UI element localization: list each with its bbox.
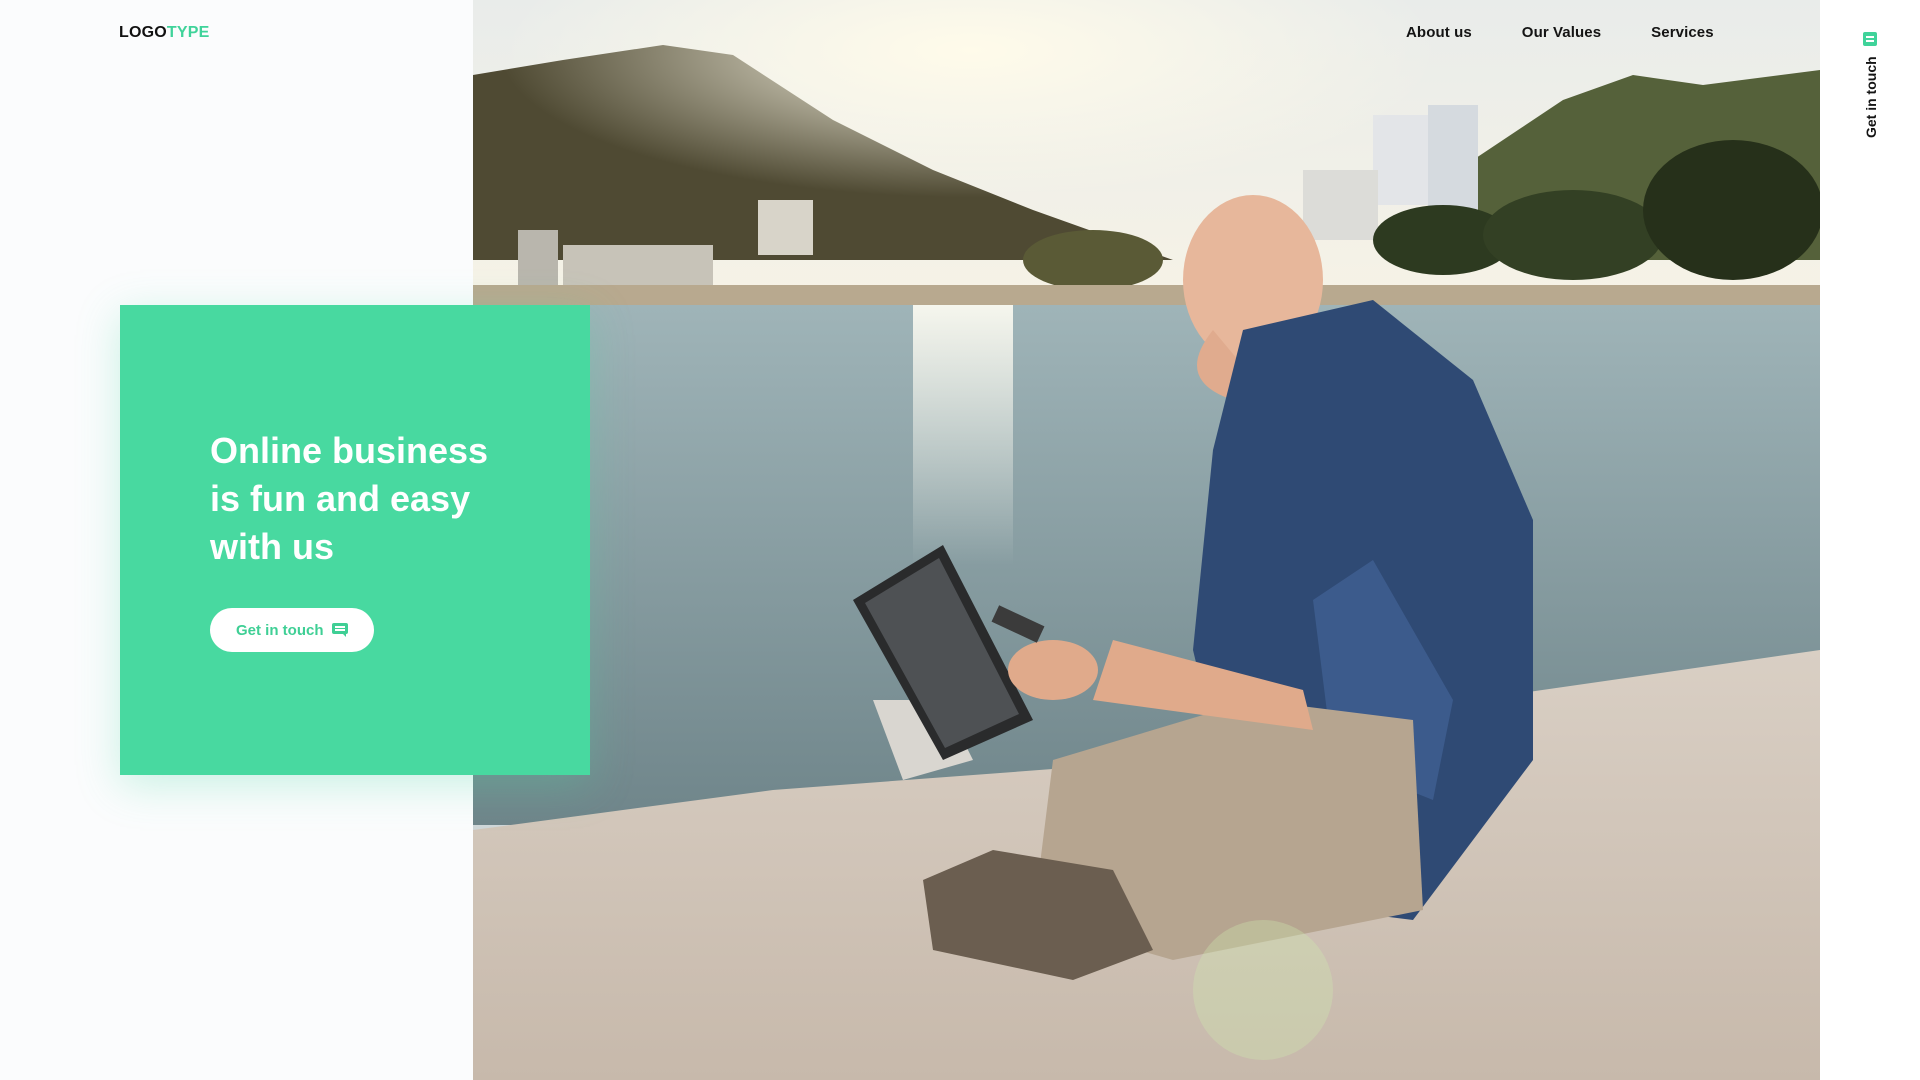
right-rail [1820,0,1920,1080]
logo-text-primary: LOGO [119,24,167,41]
nav-item-about-us[interactable]: About us [1406,24,1472,41]
message-icon [1863,32,1877,46]
get-in-touch-button[interactable]: Get in touch [210,608,374,652]
get-in-touch-button-label: Get in touch [236,621,324,639]
hero-title-line: with us [210,526,334,567]
hero-photo [473,0,1820,1080]
hero-card: Online business is fun and easy with us … [120,305,590,775]
nav-item-services[interactable]: Services [1651,24,1714,41]
logo-text-accent: TYPE [166,24,210,41]
hero-title-line: is fun and easy [210,478,471,519]
logo[interactable]: LOGOTYPE [119,24,210,42]
nav-item-our-values[interactable]: Our Values [1522,24,1601,41]
hero-title-line: Online business [210,430,489,471]
rail-get-in-touch-link[interactable]: Get in touch [1857,30,1883,150]
landing-page: LOGOTYPE About us Our Values Services Ge… [0,0,1920,1080]
main-nav: About us Our Values Services [1406,24,1714,41]
hero-title: Online business is fun and easy with us [210,427,530,571]
rail-get-in-touch-label: Get in touch [1863,56,1879,138]
chat-icon [331,623,348,637]
